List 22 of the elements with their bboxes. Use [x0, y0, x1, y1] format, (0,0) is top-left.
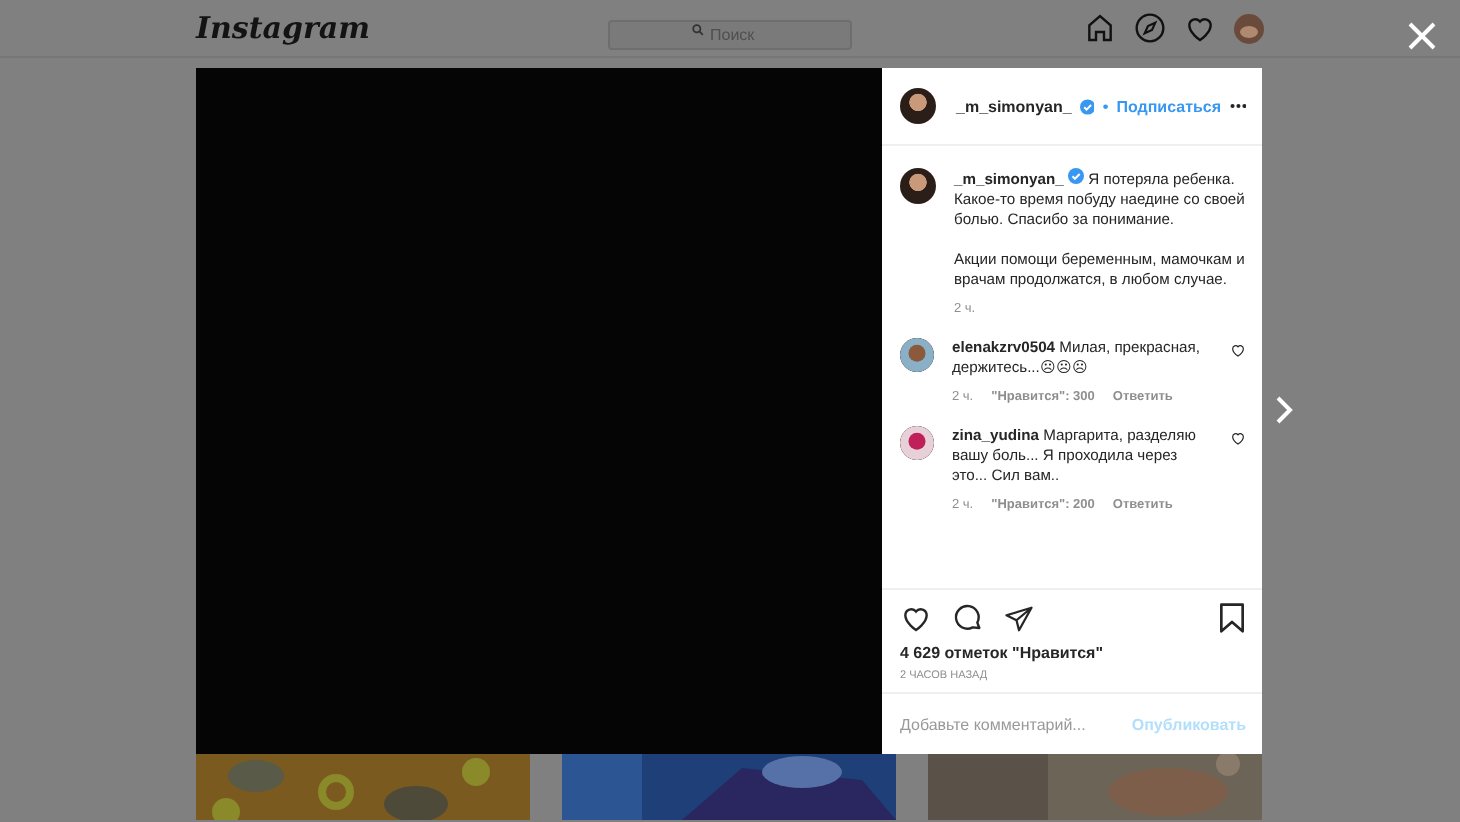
- close-icon[interactable]: [1406, 20, 1438, 52]
- more-icon[interactable]: [1229, 102, 1246, 110]
- bookmark-icon[interactable]: [1218, 602, 1246, 634]
- send-icon[interactable]: [1004, 603, 1034, 633]
- avatar-icon[interactable]: [1234, 13, 1264, 43]
- comment-icon[interactable]: [952, 602, 984, 634]
- logo[interactable]: Instagram: [196, 10, 436, 46]
- heart-icon[interactable]: [1230, 430, 1246, 446]
- compass-icon[interactable]: [1134, 12, 1166, 44]
- username[interactable]: _m_simonyan_: [956, 97, 1072, 115]
- chevron-right-icon[interactable]: [1272, 394, 1296, 426]
- follow-link[interactable]: Подписаться: [1116, 97, 1222, 115]
- avatar: [900, 88, 936, 124]
- avatar: [900, 338, 934, 372]
- avatar: [900, 168, 936, 204]
- home-icon[interactable]: [1084, 12, 1116, 44]
- heart-icon[interactable]: [900, 602, 932, 634]
- like-count[interactable]: 4 629 отметок "Нравится": [882, 634, 1262, 662]
- search-icon: [692, 23, 704, 35]
- avatar: [900, 426, 934, 460]
- heart-icon[interactable]: [1230, 342, 1246, 358]
- separator-dot: •: [1102, 97, 1109, 115]
